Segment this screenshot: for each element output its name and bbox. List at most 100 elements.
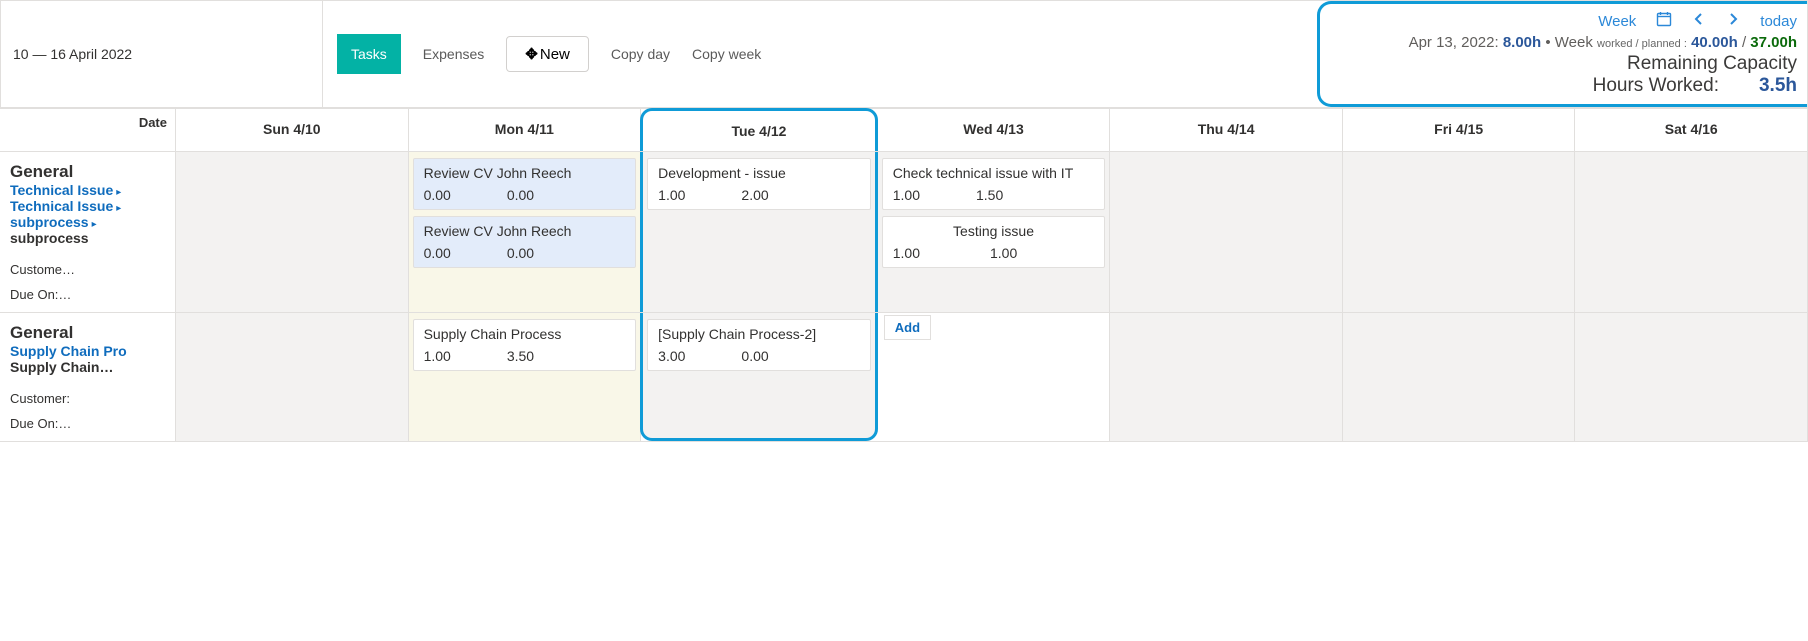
summary-day-hours: 8.00h xyxy=(1503,34,1541,51)
task-hours-2: 0.00 xyxy=(507,245,534,261)
day-header-tue: Tue 4/12 xyxy=(640,108,878,151)
task-card[interactable]: Review CV John Reech 0.00 0.00 xyxy=(413,216,637,268)
day-cell-tue[interactable]: [Supply Chain Process-2] 3.00 0.00 xyxy=(640,313,878,441)
toolbar: Tasks Expenses ✥ New Copy day Copy week xyxy=(323,1,1317,107)
date-header-label: Date xyxy=(0,109,176,151)
caret-right-icon: ▸ xyxy=(116,203,121,214)
days-header-row: Date Sun 4/10 Mon 4/11 Tue 4/12 Wed 4/13… xyxy=(0,109,1808,152)
new-label: New xyxy=(540,46,570,63)
summary-bullet: • Week xyxy=(1545,34,1597,51)
copy-week-link[interactable]: Copy week xyxy=(692,46,761,62)
day-header-wed: Wed 4/13 xyxy=(878,109,1111,151)
project-link[interactable]: Technical Issue xyxy=(10,198,113,214)
day-cell-thu[interactable] xyxy=(1110,313,1343,441)
task-hours-1: 3.00 xyxy=(658,348,685,364)
date-range: 10 — 16 April 2022 xyxy=(1,1,323,107)
summary-box: Week today Apr 13, 2022: 8.00h • Week wo… xyxy=(1317,1,1807,107)
task-title: Testing issue xyxy=(893,223,1095,239)
project-meta-dueon: Due On:… xyxy=(10,416,167,431)
week-link[interactable]: Week xyxy=(1598,13,1636,30)
task-title: Review CV John Reech xyxy=(424,165,626,181)
project-meta-customer: Customer: xyxy=(10,391,167,406)
project-row: General Supply Chain Pro Supply Chain… C… xyxy=(0,313,1808,442)
task-hours-2: 1.00 xyxy=(990,245,1017,261)
hours-worked-row: Hours Worked: 3.5h xyxy=(1338,75,1797,97)
task-title: Development - issue xyxy=(658,165,860,181)
move-icon: ✥ xyxy=(525,45,538,63)
day-cell-sat[interactable] xyxy=(1575,313,1808,441)
project-side-cell: General Technical Issue▸ Technical Issue… xyxy=(0,152,176,312)
day-cell-thu[interactable] xyxy=(1110,152,1343,312)
summary-line1: Apr 13, 2022: 8.00h • Week worked / plan… xyxy=(1409,34,1797,51)
top-bar: 10 — 16 April 2022 Tasks Expenses ✥ New … xyxy=(0,0,1808,108)
task-hours-1: 0.00 xyxy=(424,245,451,261)
date-range-text: 10 — 16 April 2022 xyxy=(13,46,132,62)
project-link[interactable]: Technical Issue xyxy=(10,182,113,198)
day-cell-fri[interactable] xyxy=(1343,152,1576,312)
project-row: General Technical Issue▸ Technical Issue… xyxy=(0,152,1808,313)
remaining-capacity-label: Remaining Capacity xyxy=(1627,53,1797,75)
day-header-fri: Fri 4/15 xyxy=(1343,109,1576,151)
day-cell-mon[interactable]: Review CV John Reech 0.00 0.00 Review CV … xyxy=(409,152,642,312)
task-title: Review CV John Reech xyxy=(424,223,626,239)
nav-row: Week today xyxy=(1598,11,1797,32)
expenses-link[interactable]: Expenses xyxy=(423,46,484,62)
task-title: Check technical issue with IT xyxy=(893,165,1095,181)
day-cell-sun[interactable] xyxy=(176,152,409,312)
task-card[interactable]: [Supply Chain Process-2] 3.00 0.00 xyxy=(647,319,871,371)
chevron-right-icon[interactable] xyxy=(1726,12,1740,31)
day-header-sun: Sun 4/10 xyxy=(176,109,409,151)
task-card[interactable]: Supply Chain Process 1.00 3.50 xyxy=(413,319,637,371)
summary-sub: worked / planned : xyxy=(1597,38,1687,50)
day-cell-wed[interactable]: Check technical issue with IT 1.00 1.50 T… xyxy=(878,152,1111,312)
project-side-cell: General Supply Chain Pro Supply Chain… C… xyxy=(0,313,176,441)
new-button[interactable]: ✥ New xyxy=(506,36,589,72)
task-hours-2: 2.00 xyxy=(741,187,768,203)
project-category: General xyxy=(10,162,167,182)
summary-planned: 37.00h xyxy=(1750,34,1797,51)
project-meta-customer: Custome… xyxy=(10,262,167,277)
calendar-icon[interactable] xyxy=(1656,11,1672,32)
copy-day-link[interactable]: Copy day xyxy=(611,46,670,62)
hours-worked-value: 3.5h xyxy=(1759,75,1797,97)
task-card[interactable]: Check technical issue with IT 1.00 1.50 xyxy=(882,158,1106,210)
chevron-left-icon[interactable] xyxy=(1692,12,1706,31)
task-hours-1: 0.00 xyxy=(424,187,451,203)
task-hours-2: 0.00 xyxy=(507,187,534,203)
summary-date: Apr 13, 2022: xyxy=(1409,34,1503,51)
tasks-button[interactable]: Tasks xyxy=(337,34,401,74)
task-card[interactable]: Review CV John Reech 0.00 0.00 xyxy=(413,158,637,210)
project-sub: subprocess xyxy=(10,230,167,246)
day-header-mon: Mon 4/11 xyxy=(409,109,642,151)
task-card[interactable]: Development - issue 1.00 2.00 xyxy=(647,158,871,210)
project-sub: Supply Chain… xyxy=(10,359,167,375)
day-cell-fri[interactable] xyxy=(1343,313,1576,441)
project-category: General xyxy=(10,323,167,343)
hours-worked-label: Hours Worked: xyxy=(1593,75,1719,97)
task-hours-2: 1.50 xyxy=(976,187,1003,203)
task-hours-2: 0.00 xyxy=(741,348,768,364)
task-hours-1: 1.00 xyxy=(658,187,685,203)
task-hours-1: 1.00 xyxy=(893,245,920,261)
add-button[interactable]: Add xyxy=(884,315,931,340)
project-meta-dueon: Due On:… xyxy=(10,287,167,302)
task-card[interactable]: Testing issue 1.00 1.00 xyxy=(882,216,1106,268)
day-cell-sat[interactable] xyxy=(1575,152,1808,312)
caret-right-icon: ▸ xyxy=(92,219,97,230)
today-link[interactable]: today xyxy=(1760,13,1797,30)
calendar-grid: Date Sun 4/10 Mon 4/11 Tue 4/12 Wed 4/13… xyxy=(0,108,1808,442)
day-header-thu: Thu 4/14 xyxy=(1110,109,1343,151)
day-cell-sun[interactable] xyxy=(176,313,409,441)
task-title: Supply Chain Process xyxy=(424,326,626,342)
day-cell-mon[interactable]: Supply Chain Process 1.00 3.50 xyxy=(409,313,642,441)
task-hours-1: 1.00 xyxy=(893,187,920,203)
summary-worked: 40.00h xyxy=(1691,34,1738,51)
task-hours-2: 3.50 xyxy=(507,348,534,364)
project-link[interactable]: subprocess xyxy=(10,214,89,230)
day-header-sat: Sat 4/16 xyxy=(1575,109,1808,151)
task-hours-1: 1.00 xyxy=(424,348,451,364)
project-link[interactable]: Supply Chain Pro xyxy=(10,343,127,359)
task-title: [Supply Chain Process-2] xyxy=(658,326,860,342)
day-cell-tue[interactable]: Development - issue 1.00 2.00 xyxy=(640,152,878,312)
day-cell-wed[interactable]: Add xyxy=(878,313,1111,441)
